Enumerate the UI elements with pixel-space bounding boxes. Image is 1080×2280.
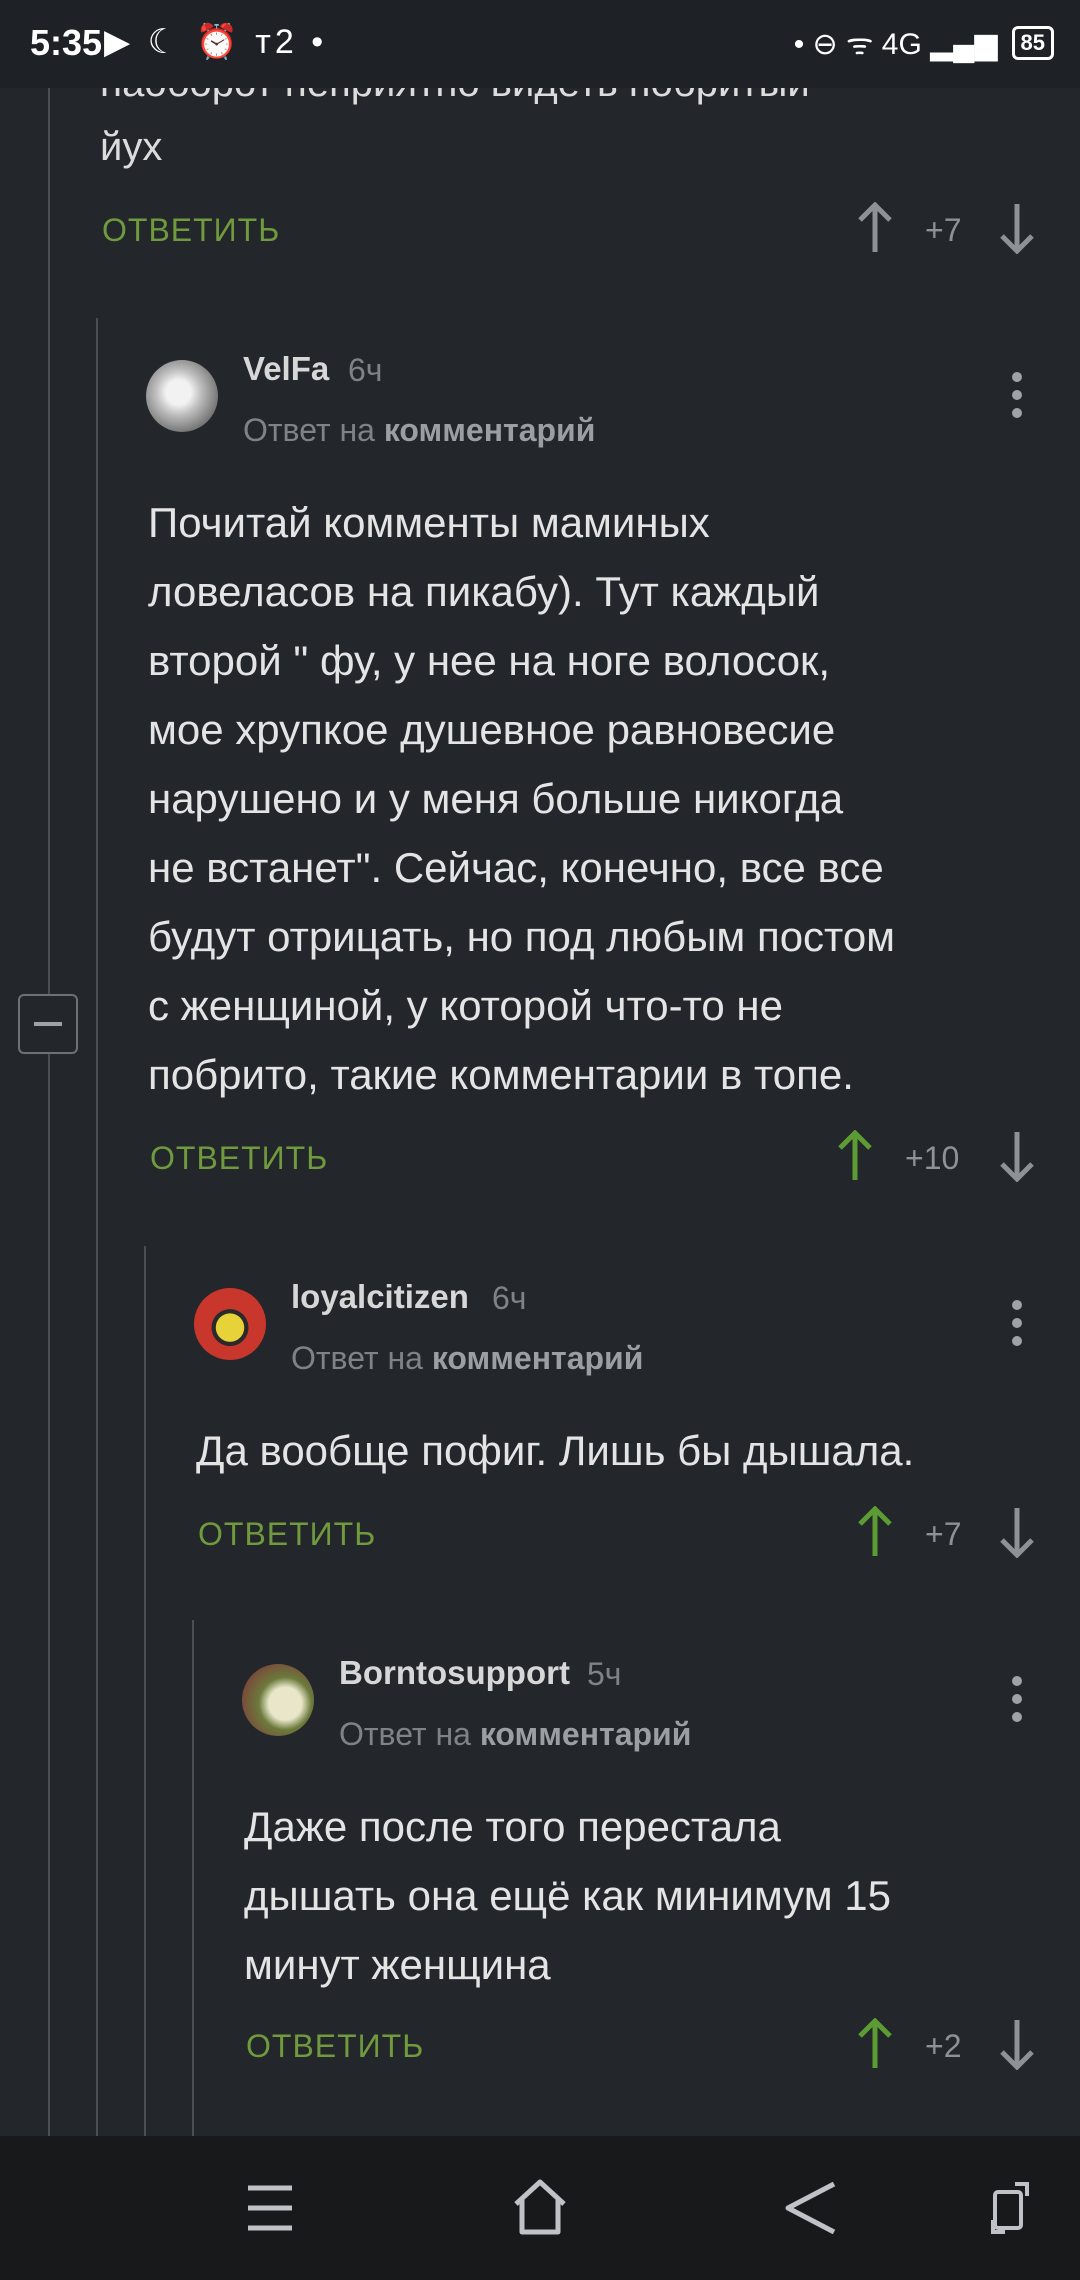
thread-line-level-4[interactable] <box>192 1620 194 2136</box>
comment-line: Да вообще пофиг. Лишь бы дышала. <box>196 1427 915 1474</box>
comment-time: 5ч <box>587 1656 622 1692</box>
comment-line: Даже после того перестала <box>244 1803 781 1850</box>
comment-line: Почитай комменты маминых <box>148 499 710 546</box>
comment-author[interactable]: VelFa <box>243 350 329 388</box>
reply-to-link[interactable]: комментарий <box>432 1340 644 1376</box>
comment-line: нарушено и у меня больше никогда <box>148 775 844 822</box>
comment-author[interactable]: loyalcitizen <box>291 1278 469 1316</box>
thread-line-level-1[interactable] <box>48 88 50 2136</box>
rotate-icon[interactable] <box>985 2178 1035 2243</box>
reply-to-line: Ответ на комментарий <box>339 1716 691 1753</box>
reply-to-prefix: Ответ на <box>339 1716 471 1752</box>
upvote-icon[interactable] <box>856 1506 894 1558</box>
comment-time: 6ч <box>492 1280 527 1316</box>
status-time: 5:35 <box>30 22 103 63</box>
comment-line: не встанет". Сейчас, конечно, все все <box>148 844 884 891</box>
reply-button[interactable]: ОТВЕТИТЬ <box>102 212 280 249</box>
comment-line: дышать она ещё как минимум 15 <box>244 1872 891 1919</box>
comment-body: Да вообще пофиг. Лишь бы дышала. <box>196 1416 914 1485</box>
signal-icons: • ⊖ ᯤ 4G ▂▄▆ <box>793 28 998 61</box>
reply-to-prefix: Ответ на <box>243 412 375 448</box>
back-icon[interactable] <box>780 2178 840 2243</box>
collapse-thread-button[interactable] <box>18 994 78 1054</box>
comment-line: побрито, такие комментарии в топе. <box>148 1051 854 1098</box>
avatar[interactable] <box>242 1664 314 1736</box>
comment-body: Почитай комменты маминых ловеласов на пи… <box>148 488 895 1109</box>
more-options-icon[interactable] <box>1010 1300 1024 1354</box>
comment-score: +7 <box>925 212 962 248</box>
comment-score: +10 <box>905 1140 960 1176</box>
thread-line-level-3[interactable] <box>144 1246 146 2136</box>
reply-to-link[interactable]: комментарий <box>480 1716 692 1752</box>
system-nav-bar <box>0 2136 1080 2280</box>
comment-line: второй " фу, у нее на ноге волосок, <box>148 637 831 684</box>
upvote-icon[interactable] <box>856 2018 894 2070</box>
comment-line: с женщиной, у которой что-то не <box>148 982 783 1029</box>
downvote-icon[interactable] <box>998 2018 1036 2070</box>
notification-icons: ▶ ☾ ⏰ т2 • <box>104 23 328 61</box>
comment-time: 6ч <box>348 352 383 388</box>
upvote-icon[interactable] <box>856 202 894 254</box>
reply-to-line: Ответ на комментарий <box>243 412 595 449</box>
downvote-icon[interactable] <box>998 202 1036 254</box>
home-icon[interactable] <box>510 2176 570 2243</box>
comment-author[interactable]: Borntosupport <box>339 1654 570 1692</box>
reply-to-link[interactable]: комментарий <box>384 412 596 448</box>
reply-to-line: Ответ на комментарий <box>291 1340 643 1377</box>
downvote-icon[interactable] <box>998 1506 1036 1558</box>
avatar[interactable] <box>194 1288 266 1360</box>
status-right: • ⊖ ᯤ 4G ▂▄▆ 85 <box>794 22 1054 63</box>
avatar[interactable] <box>146 360 218 432</box>
downvote-icon[interactable] <box>998 1130 1036 1182</box>
reply-to-prefix: Ответ на <box>291 1340 423 1376</box>
comment-line: будут отрицать, но под любым постом <box>148 913 896 960</box>
menu-icon[interactable] <box>240 2178 300 2243</box>
comment-score: +2 <box>925 2028 962 2064</box>
reply-button[interactable]: ОТВЕТИТЬ <box>150 1140 328 1177</box>
thread-line-level-2[interactable] <box>96 318 98 2136</box>
comment-score: +7 <box>925 1516 962 1552</box>
status-bar: 5:35 ▶ ☾ ⏰ т2 • • ⊖ ᯤ 4G ▂▄▆ 85 <box>0 0 1080 88</box>
comment-text-last-line: йух <box>100 125 163 169</box>
more-options-icon[interactable] <box>1010 1676 1024 1730</box>
battery-icon: 85 <box>1011 25 1054 60</box>
upvote-icon[interactable] <box>836 1130 874 1182</box>
reply-button[interactable]: ОТВЕТИТЬ <box>198 1516 376 1553</box>
more-options-icon[interactable] <box>1010 372 1024 426</box>
reply-button[interactable]: ОТВЕТИТЬ <box>246 2028 424 2065</box>
comment-body: Даже после того перестала дышать она ещё… <box>244 1792 891 1999</box>
comment-line: мое хрупкое душевное равновесие <box>148 706 836 753</box>
comment-line: ловеласов на пикабу). Тут каждый <box>148 568 820 615</box>
comment-line: минут женщина <box>244 1941 551 1988</box>
